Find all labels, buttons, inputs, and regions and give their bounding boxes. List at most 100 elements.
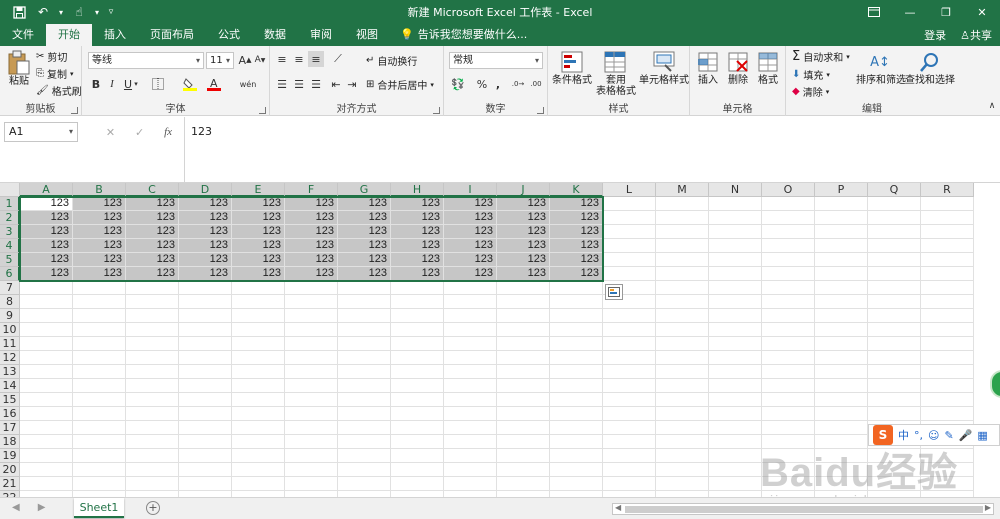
cell-e2[interactable]: 123 (232, 211, 285, 225)
cell-g11[interactable] (338, 337, 391, 351)
font-name-select[interactable]: 等线 ▾ (88, 52, 204, 69)
cell-h17[interactable] (391, 421, 444, 435)
cell-b13[interactable] (73, 365, 126, 379)
cell-p5[interactable] (815, 253, 868, 267)
comma-icon[interactable]: , (490, 76, 506, 92)
cell-a9[interactable] (20, 309, 73, 323)
cell-d16[interactable] (179, 407, 232, 421)
cell-p8[interactable] (815, 295, 868, 309)
cell-k2[interactable]: 123 (550, 211, 603, 225)
cell-c10[interactable] (126, 323, 179, 337)
cell-q7[interactable] (868, 281, 921, 295)
cell-r3[interactable] (921, 225, 974, 239)
cell-o11[interactable] (762, 337, 815, 351)
number-format-select[interactable]: 常规 ▾ (449, 52, 543, 69)
tab-review[interactable]: 审阅 (298, 24, 344, 46)
find-select-icon[interactable] (918, 50, 942, 74)
cell-d17[interactable] (179, 421, 232, 435)
align-right-icon[interactable]: ☰ (308, 76, 324, 92)
cell-b17[interactable] (73, 421, 126, 435)
tell-me-box[interactable]: 💡 告诉我您想要做什么... (390, 24, 537, 46)
cell-g5[interactable]: 123 (338, 253, 391, 267)
cell-a16[interactable] (20, 407, 73, 421)
cell-e7[interactable] (232, 281, 285, 295)
cell-h16[interactable] (391, 407, 444, 421)
row-header-11[interactable]: 11 (0, 337, 20, 351)
cell-b9[interactable] (73, 309, 126, 323)
cell-k16[interactable] (550, 407, 603, 421)
clipboard-launcher-icon[interactable] (71, 107, 78, 114)
cell-i15[interactable] (444, 393, 497, 407)
cell-h9[interactable] (391, 309, 444, 323)
cell-l2[interactable] (603, 211, 656, 225)
scroll-thumb[interactable] (625, 506, 983, 513)
cell-b15[interactable] (73, 393, 126, 407)
cell-h4[interactable]: 123 (391, 239, 444, 253)
cell-e3[interactable]: 123 (232, 225, 285, 239)
cell-g9[interactable] (338, 309, 391, 323)
save-icon[interactable] (8, 2, 30, 22)
cell-e20[interactable] (232, 463, 285, 477)
cell-p14[interactable] (815, 379, 868, 393)
cell-o6[interactable] (762, 267, 815, 281)
cell-q6[interactable] (868, 267, 921, 281)
cell-j3[interactable]: 123 (497, 225, 550, 239)
cell-a4[interactable]: 123 (20, 239, 73, 253)
alignment-launcher-icon[interactable] (433, 107, 440, 114)
cell-j9[interactable] (497, 309, 550, 323)
cell-n5[interactable] (709, 253, 762, 267)
column-header-b[interactable]: B (73, 183, 126, 197)
cell-l16[interactable] (603, 407, 656, 421)
cell-r12[interactable] (921, 351, 974, 365)
cell-h15[interactable] (391, 393, 444, 407)
cell-n21[interactable] (709, 477, 762, 491)
cell-a10[interactable] (20, 323, 73, 337)
cell-n18[interactable] (709, 435, 762, 449)
sheet-tab-sheet1[interactable]: Sheet1 (74, 498, 124, 518)
cell-f11[interactable] (285, 337, 338, 351)
row-header-9[interactable]: 9 (0, 309, 20, 323)
cell-k8[interactable] (550, 295, 603, 309)
cell-e1[interactable]: 123 (232, 197, 285, 211)
add-sheet-icon[interactable]: + (146, 501, 160, 515)
paste-icon[interactable] (6, 50, 32, 76)
cell-c1[interactable]: 123 (126, 197, 179, 211)
cell-m14[interactable] (656, 379, 709, 393)
cut-button[interactable]: ✂ 剪切 (36, 49, 67, 64)
cell-a21[interactable] (20, 477, 73, 491)
tab-insert[interactable]: 插入 (92, 24, 138, 46)
cell-k1[interactable]: 123 (550, 197, 603, 211)
next-sheet-icon[interactable]: ▶ (38, 502, 46, 513)
cell-i21[interactable] (444, 477, 497, 491)
column-header-o[interactable]: O (762, 183, 815, 197)
cell-j13[interactable] (497, 365, 550, 379)
horizontal-scrollbar[interactable]: ◀ ▶ (612, 503, 994, 515)
row-header-17[interactable]: 17 (0, 421, 20, 435)
cell-i20[interactable] (444, 463, 497, 477)
cell-a17[interactable] (20, 421, 73, 435)
cell-l5[interactable] (603, 253, 656, 267)
cell-q14[interactable] (868, 379, 921, 393)
cell-p13[interactable] (815, 365, 868, 379)
cell-n20[interactable] (709, 463, 762, 477)
wrap-text-button[interactable]: ↵ 自动换行 (366, 53, 417, 68)
cell-a18[interactable] (20, 435, 73, 449)
phonetic-icon[interactable]: wén (240, 76, 257, 92)
cell-p2[interactable] (815, 211, 868, 225)
column-header-p[interactable]: P (815, 183, 868, 197)
insert-cells-label[interactable]: 插入 (692, 75, 724, 87)
cell-b19[interactable] (73, 449, 126, 463)
close-icon[interactable]: ✕ (964, 0, 1000, 24)
column-header-m[interactable]: M (656, 183, 709, 197)
cell-f12[interactable] (285, 351, 338, 365)
select-all-corner[interactable] (0, 183, 20, 197)
cell-d1[interactable]: 123 (179, 197, 232, 211)
cell-m6[interactable] (656, 267, 709, 281)
cell-g12[interactable] (338, 351, 391, 365)
row-header-15[interactable]: 15 (0, 393, 20, 407)
cell-g3[interactable]: 123 (338, 225, 391, 239)
cell-h6[interactable]: 123 (391, 267, 444, 281)
customize-qat-icon[interactable]: ▿ (104, 2, 118, 22)
cell-d8[interactable] (179, 295, 232, 309)
login-link[interactable]: 登录 (924, 27, 946, 43)
